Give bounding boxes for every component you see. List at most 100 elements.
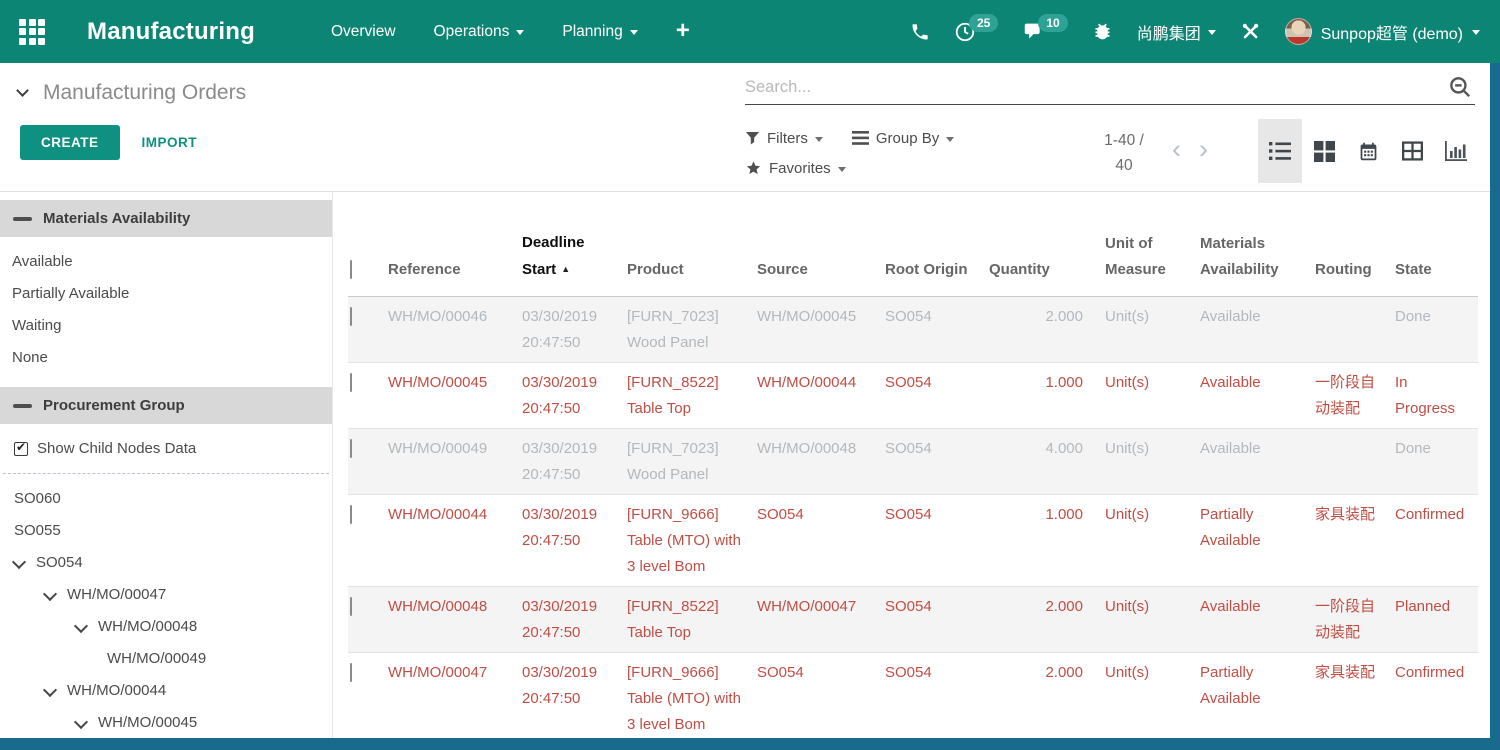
col-deadline-start[interactable]: Deadline Start▲ — [522, 200, 627, 297]
import-button[interactable]: IMPORT — [142, 135, 198, 150]
horizontal-scrollbar[interactable] — [0, 738, 1500, 750]
star-icon — [745, 160, 762, 176]
procurement-tree: SO060 SO055 SO054 WH/MO/00047 WH/MO/0004… — [0, 482, 332, 738]
menu-operations[interactable]: Operations — [434, 23, 525, 41]
view-list-button[interactable] — [1258, 119, 1302, 183]
messages-count-badge: 10 — [1038, 14, 1067, 32]
divider — [3, 473, 329, 474]
navbar-systray: 25 10 尚鹏集团 Sunpop超管 — [910, 18, 1480, 45]
search-icon[interactable] — [1447, 74, 1473, 100]
filters-dropdown[interactable]: Filters — [745, 130, 823, 147]
breadcrumb: Manufacturing Orders — [43, 81, 246, 105]
calendar-view-icon — [1358, 141, 1379, 162]
pager-next-icon[interactable]: › — [1199, 131, 1208, 167]
tree-item-so055[interactable]: SO055 — [0, 514, 332, 546]
table-row[interactable]: WH/MO/00046 03/30/201920:47:50 [FURN_702… — [348, 297, 1478, 363]
col-reference[interactable]: Reference — [388, 200, 522, 297]
messages-icon[interactable]: 10 — [1022, 21, 1067, 42]
search-input[interactable] — [745, 72, 1425, 102]
col-product[interactable]: Product — [627, 200, 757, 297]
section-procurement-group: Procurement Group — [0, 387, 332, 424]
activity-clock-icon[interactable]: 25 — [954, 21, 998, 43]
filter-available[interactable]: Available — [0, 245, 332, 277]
menu-plus-button[interactable]: + — [676, 17, 690, 45]
row-checkbox[interactable] — [350, 439, 352, 458]
show-child-nodes-checkbox[interactable] — [14, 442, 28, 456]
tree-item-wh-mo-00045[interactable]: WH/MO/00045 — [0, 706, 332, 738]
app-title: Manufacturing — [87, 18, 255, 46]
favorites-dropdown[interactable]: Favorites — [745, 160, 846, 177]
row-checkbox[interactable] — [350, 663, 352, 682]
list-view: Reference Deadline Start▲ Product Source… — [334, 192, 1490, 750]
search-facets: Filters Group By Favorites — [745, 123, 976, 183]
section-materials-availability: Materials Availability — [0, 200, 332, 237]
row-checkbox[interactable] — [350, 597, 352, 616]
chevron-down-icon — [516, 30, 524, 35]
tree-item-wh-mo-00047[interactable]: WH/MO/00047 — [0, 578, 332, 610]
tree-item-so060[interactable]: SO060 — [0, 482, 332, 514]
chevron-down-icon — [630, 30, 638, 35]
create-button[interactable]: CREATE — [20, 125, 120, 160]
col-materials-availability[interactable]: Materials Availability — [1196, 200, 1311, 297]
col-routing[interactable]: Routing — [1311, 200, 1391, 297]
row-checkbox[interactable] — [350, 505, 352, 524]
view-pivot-button[interactable] — [1390, 119, 1434, 183]
chevron-down-icon — [1208, 30, 1216, 35]
chevron-down-icon — [815, 137, 823, 142]
view-switcher — [1258, 119, 1478, 183]
manufacturing-orders-table: Reference Deadline Start▲ Product Source… — [348, 200, 1478, 744]
col-root-origin[interactable]: Root Origin — [885, 200, 989, 297]
group-by-dropdown[interactable]: Group By — [852, 130, 954, 147]
table-row[interactable]: WH/MO/00044 03/30/201920:47:50 [FURN_966… — [348, 495, 1478, 587]
table-row[interactable]: WH/MO/00045 03/30/201920:47:50 [FURN_852… — [348, 363, 1478, 429]
chevron-down-icon — [14, 554, 36, 571]
col-state[interactable]: State — [1391, 200, 1478, 297]
tree-item-so054[interactable]: SO054 — [0, 546, 332, 578]
table-row[interactable]: WH/MO/00048 03/30/201920:47:50 [FURN_852… — [348, 587, 1478, 653]
table-row[interactable]: WH/MO/00049 03/30/201920:47:50 [FURN_702… — [348, 429, 1478, 495]
chevron-down-icon — [946, 137, 954, 142]
apps-grid-icon[interactable] — [19, 19, 45, 45]
row-checkbox[interactable] — [350, 373, 352, 392]
chevron-down-icon — [1472, 30, 1480, 35]
filter-funnel-icon — [745, 131, 760, 146]
company-switcher[interactable]: 尚鹏集团 — [1137, 20, 1216, 44]
filter-none[interactable]: None — [0, 341, 332, 373]
show-child-nodes-label: Show Child Nodes Data — [37, 440, 196, 457]
menu-planning[interactable]: Planning — [562, 23, 637, 41]
view-kanban-button[interactable] — [1302, 119, 1346, 183]
col-unit-of-measure[interactable]: Unit of Measure — [1101, 200, 1196, 297]
col-quantity[interactable]: Quantity — [989, 200, 1101, 297]
chevron-down-icon — [45, 682, 67, 699]
list-view-icon — [1269, 141, 1291, 161]
chevron-down-icon — [76, 618, 98, 635]
tree-item-wh-mo-00049[interactable]: WH/MO/00049 — [0, 642, 332, 674]
tree-item-wh-mo-00048[interactable]: WH/MO/00048 — [0, 610, 332, 642]
user-menu[interactable]: Sunpop超管 (demo) — [1285, 18, 1480, 45]
table-row[interactable]: WH/MO/00047 03/30/201920:47:50 [FURN_966… — [348, 653, 1478, 745]
user-name: Sunpop超管 (demo) — [1321, 20, 1463, 44]
top-navbar: Manufacturing Overview Operations Planni… — [0, 0, 1500, 63]
col-source[interactable]: Source — [757, 200, 885, 297]
view-calendar-button[interactable] — [1346, 119, 1390, 183]
minus-icon — [13, 217, 32, 221]
row-checkbox[interactable] — [350, 307, 352, 326]
pivot-view-icon — [1402, 141, 1423, 161]
bug-icon[interactable] — [1092, 21, 1113, 42]
phone-icon[interactable] — [910, 22, 930, 42]
vertical-scrollbar[interactable] — [1490, 63, 1500, 750]
search-panel-sidebar: Materials Availability Available Partial… — [0, 192, 333, 750]
chevron-down-icon — [45, 586, 67, 603]
chevron-down-icon — [76, 714, 98, 731]
collapse-chevron-icon[interactable] — [16, 84, 29, 97]
view-graph-button[interactable] — [1434, 119, 1478, 183]
group-by-lines-icon — [852, 131, 869, 145]
select-all-checkbox[interactable] — [350, 260, 352, 279]
tools-icon[interactable] — [1240, 21, 1261, 42]
tree-item-wh-mo-00044[interactable]: WH/MO/00044 — [0, 674, 332, 706]
filter-waiting[interactable]: Waiting — [0, 309, 332, 341]
pager-previous-icon[interactable]: ‹ — [1172, 131, 1181, 167]
menu-overview[interactable]: Overview — [331, 23, 396, 41]
filter-partially-available[interactable]: Partially Available — [0, 277, 332, 309]
graph-view-icon — [1445, 141, 1467, 161]
